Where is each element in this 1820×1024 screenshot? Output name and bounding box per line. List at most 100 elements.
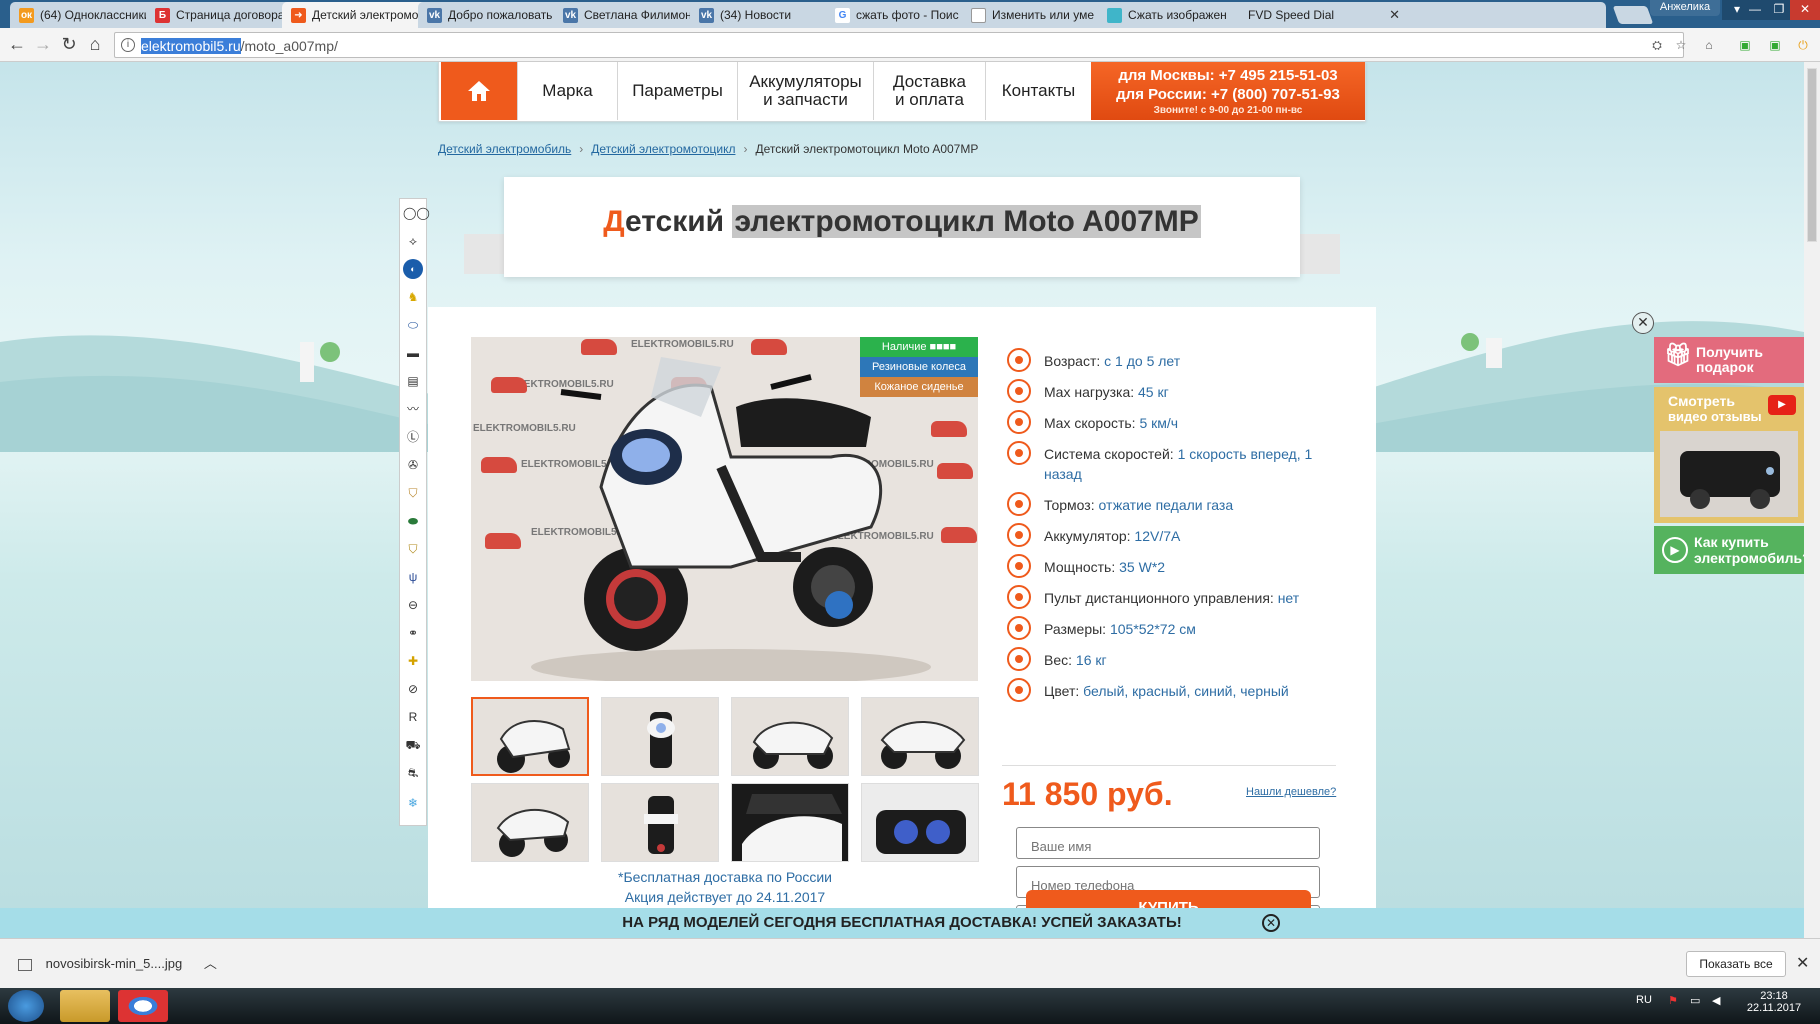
spec-label: Вес: bbox=[1044, 652, 1076, 668]
how-to-buy-widget[interactable]: ▶ Как купить электромобиль? bbox=[1654, 526, 1804, 574]
ford-icon[interactable]: ⬭ bbox=[403, 315, 423, 335]
phone-block[interactable]: для Москвы: +7 495 215-51-03 для России:… bbox=[1091, 62, 1365, 120]
tab[interactable]: vk Добро пожаловать ✕ bbox=[418, 2, 576, 28]
motorcycle-icon[interactable]: ⛐ bbox=[403, 763, 423, 783]
found-cheaper-link[interactable]: Нашли дешевле? bbox=[1246, 786, 1336, 798]
maserati-icon[interactable]: ψ bbox=[403, 567, 423, 587]
extension-icon[interactable]: ▣ bbox=[1766, 36, 1784, 54]
bentley-icon[interactable]: ⟡ bbox=[403, 231, 423, 251]
hummer-icon[interactable]: ▬ bbox=[403, 343, 423, 363]
breadcrumb-link[interactable]: Детский электромобиль bbox=[438, 142, 571, 156]
spec-label: Система скоростей: bbox=[1044, 446, 1178, 462]
tab[interactable]: Сжать изображен ✕ bbox=[1098, 2, 1256, 28]
tab[interactable]: FVD Speed Dial ✕ bbox=[1234, 2, 1606, 28]
chrome-icon[interactable] bbox=[118, 990, 168, 1022]
flag-icon[interactable]: ⚑ bbox=[1668, 994, 1678, 1007]
network-icon[interactable]: ▭ bbox=[1690, 994, 1700, 1007]
nav-contacts[interactable]: Контакты bbox=[985, 62, 1091, 120]
video-thumbnail[interactable] bbox=[1660, 431, 1798, 517]
tab[interactable]: ок (64) Одноклассники ✕ bbox=[10, 2, 168, 28]
video-reviews-widget[interactable]: Смотреть видео отзывы ▶ bbox=[1654, 387, 1804, 523]
image-file-icon bbox=[18, 958, 32, 971]
jeep-icon[interactable]: ▤ bbox=[403, 371, 423, 391]
vk-icon: vk bbox=[427, 8, 442, 23]
chevron-up-icon[interactable]: ︿ bbox=[204, 956, 217, 971]
brake-icon bbox=[1006, 491, 1032, 517]
home-button[interactable] bbox=[441, 62, 517, 120]
star-icon[interactable]: ☆ bbox=[1672, 36, 1690, 54]
download-item[interactable]: novosibirsk-min_5....jpg ︿ bbox=[18, 953, 217, 972]
product-thumbnail[interactable] bbox=[731, 783, 849, 862]
tab[interactable]: Б Страница договора ✕ bbox=[146, 2, 304, 28]
page-viewport: Марка Параметры Аккумуляторы и запчасти … bbox=[0, 62, 1804, 938]
show-all-button[interactable]: Показать все bbox=[1686, 951, 1786, 977]
rolls-royce-icon[interactable]: R bbox=[403, 707, 423, 727]
tab[interactable]: vk (34) Новости ✕ bbox=[690, 2, 848, 28]
tab[interactable]: Изменить или уме ✕ bbox=[962, 2, 1120, 28]
tab-active[interactable]: ➜ Детский электромо ✕ bbox=[282, 2, 440, 30]
url-input[interactable]: i elektromobil5.ru/moto_a007mp/ bbox=[114, 32, 1684, 58]
vk-icon: vk bbox=[699, 8, 714, 23]
product-thumbnail[interactable] bbox=[601, 783, 719, 862]
tab[interactable]: G сжать фото - Поис ✕ bbox=[826, 2, 984, 28]
breadcrumb-link[interactable]: Детский электромотоцикл bbox=[591, 142, 735, 156]
porsche-icon[interactable]: ⛉ bbox=[403, 483, 423, 503]
clock[interactable]: 23:18 22.11.2017 bbox=[1744, 990, 1804, 1014]
language-indicator[interactable]: RU bbox=[1636, 994, 1652, 1006]
product-thumbnail[interactable] bbox=[471, 697, 589, 776]
explorer-icon[interactable] bbox=[60, 990, 110, 1022]
spec-label: Max скорость: bbox=[1044, 415, 1140, 431]
close-download-bar-icon[interactable]: ✕ bbox=[1796, 953, 1809, 973]
land-rover-icon[interactable]: ⬬ bbox=[403, 511, 423, 531]
reload-icon[interactable]: ↻ bbox=[58, 34, 80, 55]
lamborghini-icon[interactable]: ⛉ bbox=[403, 539, 423, 559]
product-thumbnail[interactable] bbox=[471, 783, 589, 862]
extension-icon[interactable]: ⏻ bbox=[1794, 36, 1812, 54]
close-tab-icon[interactable]: ✕ bbox=[1389, 7, 1400, 23]
start-button[interactable] bbox=[8, 990, 44, 1022]
odnoklassniki-icon: ок bbox=[19, 8, 34, 23]
minimize-window-icon[interactable]: — bbox=[1742, 0, 1768, 20]
product-thumbnail[interactable] bbox=[861, 783, 979, 862]
volume-icon[interactable]: ◀ bbox=[1712, 994, 1720, 1007]
jaguar-icon[interactable]: 〰 bbox=[403, 399, 423, 419]
home-icon[interactable]: ⌂ bbox=[84, 34, 106, 55]
chevrolet-icon[interactable]: ✚ bbox=[403, 651, 423, 671]
nav-parameters[interactable]: Параметры bbox=[617, 62, 737, 120]
volvo-icon[interactable]: ⊘ bbox=[403, 679, 423, 699]
mini-icon[interactable]: ⚭ bbox=[403, 623, 423, 643]
spec-value: 12V/7A bbox=[1134, 528, 1181, 544]
nav-delivery[interactable]: Доставка и оплата bbox=[873, 62, 985, 120]
name-field[interactable] bbox=[1016, 827, 1320, 859]
nav-brand[interactable]: Марка bbox=[517, 62, 617, 120]
page-scrollbar[interactable] bbox=[1804, 62, 1820, 938]
extension-icon[interactable]: ▣ bbox=[1736, 36, 1754, 54]
tab[interactable]: vk Светлана Филимон ✕ bbox=[554, 2, 712, 28]
product-thumbnail[interactable] bbox=[731, 697, 849, 776]
close-window-icon[interactable]: ✕ bbox=[1790, 0, 1820, 20]
close-banner-icon[interactable]: ✕ bbox=[1262, 914, 1280, 932]
product-thumbnail[interactable] bbox=[601, 697, 719, 776]
maximize-window-icon[interactable]: ❐ bbox=[1766, 0, 1792, 20]
ferrari-icon[interactable]: ♞ bbox=[403, 287, 423, 307]
nissan-icon[interactable]: ⊖ bbox=[403, 595, 423, 615]
bmw-icon[interactable]: ◐ bbox=[403, 259, 423, 279]
product-thumbnail[interactable] bbox=[861, 697, 979, 776]
forward-icon[interactable]: → bbox=[32, 34, 54, 55]
info-icon[interactable]: i bbox=[121, 38, 135, 52]
scrollbar-thumb[interactable] bbox=[1807, 68, 1817, 242]
translate-icon[interactable]: ⛭ bbox=[1648, 36, 1666, 54]
profile-button[interactable]: Анжелика bbox=[1650, 0, 1720, 16]
close-widgets-icon[interactable]: ✕ bbox=[1632, 312, 1654, 334]
atv-icon[interactable]: ⛟ bbox=[403, 735, 423, 755]
back-icon[interactable]: ← bbox=[6, 34, 28, 55]
nav-batteries[interactable]: Аккумуляторы и запчасти bbox=[737, 62, 873, 120]
extension-icon[interactable]: ⌂ bbox=[1700, 36, 1718, 54]
new-tab-button[interactable] bbox=[1612, 6, 1654, 24]
palette-icon bbox=[1006, 677, 1032, 703]
snowflake-icon[interactable]: ❄ bbox=[403, 793, 423, 813]
lexus-icon[interactable]: Ⓛ bbox=[403, 427, 423, 447]
get-gift-widget[interactable]: 🎁︎ Получить подарок bbox=[1654, 337, 1804, 383]
mercedes-icon[interactable]: ✇ bbox=[403, 455, 423, 475]
audi-icon[interactable]: ◯◯ bbox=[403, 203, 430, 223]
